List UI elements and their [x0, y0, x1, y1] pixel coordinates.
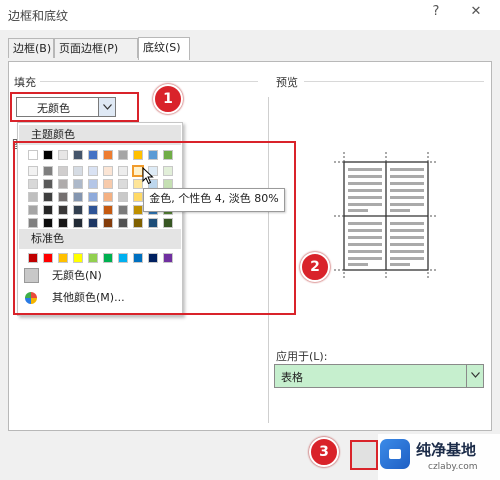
help-button[interactable]: ? — [426, 4, 446, 19]
preview-label: 预览 — [276, 76, 298, 89]
step-badge-1: 1 — [153, 84, 183, 114]
highlight-box-fill-combo — [10, 92, 139, 122]
watermark-title: 纯净基地 — [416, 441, 477, 459]
preview-divider — [304, 81, 484, 82]
tab-page-borders[interactable]: 页面边框(P) — [54, 38, 138, 58]
highlight-box-palette — [13, 141, 296, 315]
preview-table — [334, 152, 438, 280]
theme-colors-label: 主题颜色 — [31, 128, 75, 141]
apply-to-combo[interactable]: 表格 — [274, 364, 484, 388]
apply-to-value: 表格 — [281, 371, 303, 384]
ok-button[interactable] — [350, 440, 378, 470]
close-button[interactable]: ✕ — [466, 4, 486, 19]
tab-shading[interactable]: 底纹(S) — [138, 37, 190, 60]
dialog-title: 边框和底纹 — [8, 9, 69, 23]
apply-to-label: 应用于(L): — [276, 350, 328, 363]
fill-section-label: 填充 — [14, 76, 36, 89]
watermark-subtitle: czlaby.com — [428, 462, 478, 472]
step-badge-3: 3 — [309, 437, 339, 467]
watermark-logo-icon — [380, 439, 410, 469]
fill-divider — [40, 81, 258, 82]
title-bar — [0, 0, 500, 30]
tab-borders[interactable]: 边框(B) — [8, 38, 54, 58]
chevron-down-icon[interactable] — [466, 365, 483, 387]
step-badge-2: 2 — [300, 252, 330, 282]
watermark: 纯净基地 czlaby.com — [378, 434, 500, 480]
